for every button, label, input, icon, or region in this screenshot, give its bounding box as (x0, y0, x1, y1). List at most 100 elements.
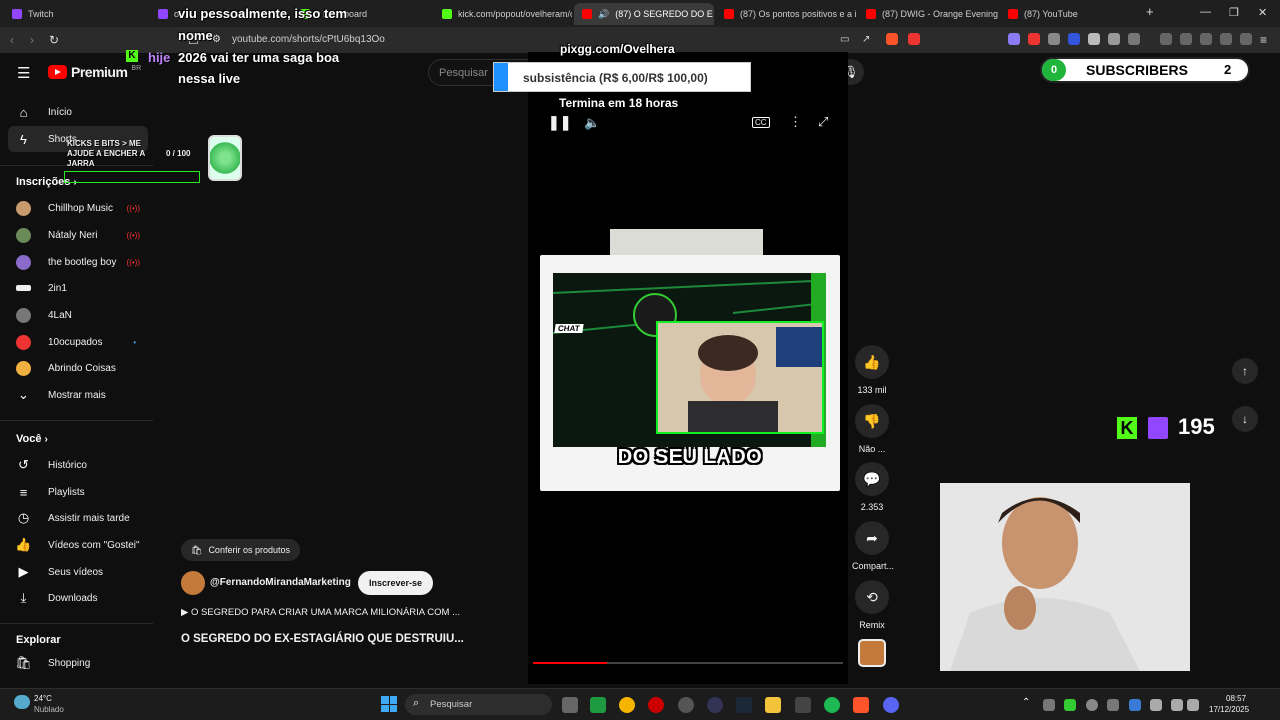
tab-label: kick.com/popout/ovelheram/c (458, 9, 572, 19)
app-icon[interactable] (678, 697, 694, 713)
sidebar-item-playlists[interactable]: ≡ Playlists (16, 479, 156, 505)
app-icon[interactable] (590, 697, 606, 713)
products-button[interactable]: 🛍 Conferir os produtos (181, 539, 300, 561)
back-icon[interactable]: ‹ (10, 33, 14, 47)
playlist-link[interactable]: ▶ O SEGREDO PARA CRIAR UMA MARCA MILIONÁ… (181, 607, 460, 618)
audio-thumbnail[interactable] (858, 639, 886, 667)
brave-shields-icon[interactable] (886, 33, 898, 45)
forward-icon[interactable]: › (30, 33, 34, 47)
browser-tab[interactable]: (87) Os pontos positivos e a inr (716, 3, 856, 25)
sidebar-item-history[interactable]: ↺ Histórico (16, 452, 156, 478)
network-icon[interactable] (1171, 699, 1183, 711)
browser-tab[interactable]: (87) YouTube (1000, 3, 1136, 25)
chevron-up-icon[interactable]: ⌃ (1022, 697, 1030, 708)
extension-icon[interactable] (1028, 33, 1040, 45)
browser-tab[interactable]: Twitch (4, 3, 150, 25)
comments-button[interactable]: 💬 2.353 (852, 462, 892, 512)
sidebar-item-subscription[interactable]: Chillhop Music ((•)) (16, 195, 156, 221)
sidebar-item-subscription[interactable]: 10ocupados • (16, 329, 156, 355)
browser-tab-active[interactable]: 🔊 (87) O SEGREDO DO E ✕ (574, 3, 714, 25)
sidebar-item-home[interactable]: ⌂ Início (16, 99, 156, 125)
leo-ai-icon[interactable] (1220, 33, 1232, 45)
sidebar-you-header[interactable]: Você › (16, 433, 48, 445)
new-tab-icon[interactable]: + (1146, 4, 1154, 19)
extension-icon[interactable] (1068, 33, 1080, 45)
tray-icon[interactable] (1086, 699, 1098, 711)
sidebar-item-your-videos[interactable]: ▶ Seus vídeos (16, 559, 156, 585)
brave-rewards-icon[interactable] (908, 33, 920, 45)
task-view-icon[interactable] (562, 697, 578, 713)
vpn-icon[interactable] (1240, 33, 1252, 45)
pause-icon[interactable]: ❚❚ (548, 114, 571, 131)
previous-short-button[interactable]: ↑ (1232, 358, 1258, 384)
tray-icon[interactable] (1107, 699, 1119, 711)
discord-icon[interactable] (883, 697, 899, 713)
tray-icon[interactable] (1064, 699, 1076, 711)
captions-icon[interactable]: CC (752, 117, 770, 128)
steam-icon[interactable] (736, 697, 752, 713)
sidebar-item-downloads[interactable]: ⤓ Downloads (16, 585, 156, 611)
more-options-icon[interactable]: ⋮ (789, 114, 802, 130)
taskbar-search[interactable]: ⌕ Pesquisar (405, 694, 552, 715)
volume-icon[interactable] (1187, 699, 1199, 711)
wallet-icon[interactable] (1200, 33, 1212, 45)
subscribe-button[interactable]: Inscrever-se (358, 571, 434, 595)
extension-icon[interactable] (1128, 33, 1140, 45)
hamburger-menu-icon[interactable]: ☰ (17, 64, 30, 82)
weather-icon[interactable] (14, 695, 30, 709)
channel-name[interactable]: @FernandoMirandaMarketing (210, 577, 351, 588)
sidebar-item-liked-videos[interactable]: 👍 Vídeos com "Gostei" (15, 532, 156, 558)
sidebar-item-subscription[interactable]: Abrindo Coisas (16, 355, 156, 381)
next-short-button[interactable]: ↓ (1232, 406, 1258, 432)
menu-icon[interactable]: ≡ (1260, 33, 1267, 47)
volume-icon[interactable]: 🔈 (584, 115, 600, 131)
extension-icon[interactable] (1088, 33, 1100, 45)
extension-icon[interactable] (1048, 33, 1060, 45)
sidebar-item-shopping[interactable]: 🛍 Shopping (15, 650, 156, 676)
tray-icon[interactable] (1043, 699, 1055, 711)
chrome-icon[interactable] (619, 697, 635, 713)
sidebar-item-subscription[interactable]: 2in1 (16, 275, 156, 301)
extensions-puzzle-icon[interactable] (1108, 33, 1120, 45)
avatar[interactable] (181, 571, 205, 595)
fullscreen-icon[interactable]: ⤢ (818, 114, 828, 130)
browser-tab[interactable]: kick.com/popout/ovelheram/c (434, 3, 572, 25)
like-button[interactable]: 👍 133 mil (852, 345, 892, 395)
youtube-icon (866, 9, 876, 19)
browser-tab[interactable]: (87) DWIG - Orange Evening // (858, 3, 998, 25)
app-icon[interactable] (707, 697, 723, 713)
sidebar-item-watch-later[interactable]: ◷ Assistir mais tarde (16, 505, 156, 531)
bluetooth-icon[interactable] (1129, 699, 1141, 711)
sidebar-show-more[interactable]: ⌄ Mostrar mais (16, 382, 156, 408)
minimize-icon[interactable]: — (1200, 6, 1211, 18)
site-settings-icon[interactable]: ⚙ (212, 34, 221, 45)
window-close-icon[interactable]: ✕ (1258, 6, 1267, 19)
extension-icon[interactable] (1008, 33, 1020, 45)
media-icon[interactable] (1160, 33, 1172, 45)
spotify-icon[interactable] (824, 697, 840, 713)
app-icon[interactable] (795, 697, 811, 713)
file-explorer-icon[interactable] (765, 697, 781, 713)
sidebar-item-subscription[interactable]: 4LaN (16, 302, 156, 328)
opera-icon[interactable] (648, 697, 664, 713)
clock-date[interactable]: 17/12/2025 (1209, 705, 1249, 714)
subs-count: 0 (1042, 59, 1066, 81)
reload-icon[interactable]: ↻ (49, 33, 59, 47)
windows-start-icon[interactable] (381, 696, 397, 712)
youtube-logo[interactable]: Premium BR (48, 64, 141, 80)
maximize-icon[interactable]: ❐ (1229, 6, 1239, 19)
sidebar-item-subscription[interactable]: Nátaly Neri ((•)) (16, 222, 156, 248)
cast-icon[interactable]: ▭ (840, 34, 849, 45)
brave-icon[interactable] (853, 697, 869, 713)
remix-button[interactable]: ⟲ Remix (852, 580, 892, 630)
microphone-icon[interactable] (1150, 699, 1162, 711)
video-progress-bar[interactable] (533, 662, 843, 664)
dislike-button[interactable]: 👎 Não ... (852, 404, 892, 454)
share-button[interactable]: ➦ Compart... (852, 521, 894, 571)
share-page-icon[interactable]: ↗ (862, 34, 870, 45)
clock-time[interactable]: 08:57 (1226, 694, 1246, 703)
url-field[interactable]: youtube.com/shorts/cPtU6bq13Oo (232, 34, 385, 45)
sidebar-item-subscription[interactable]: the bootleg boy ((•)) (16, 249, 156, 275)
search-placeholder: Pesquisar (439, 67, 488, 79)
sidebar-toggle-icon[interactable] (1180, 33, 1192, 45)
